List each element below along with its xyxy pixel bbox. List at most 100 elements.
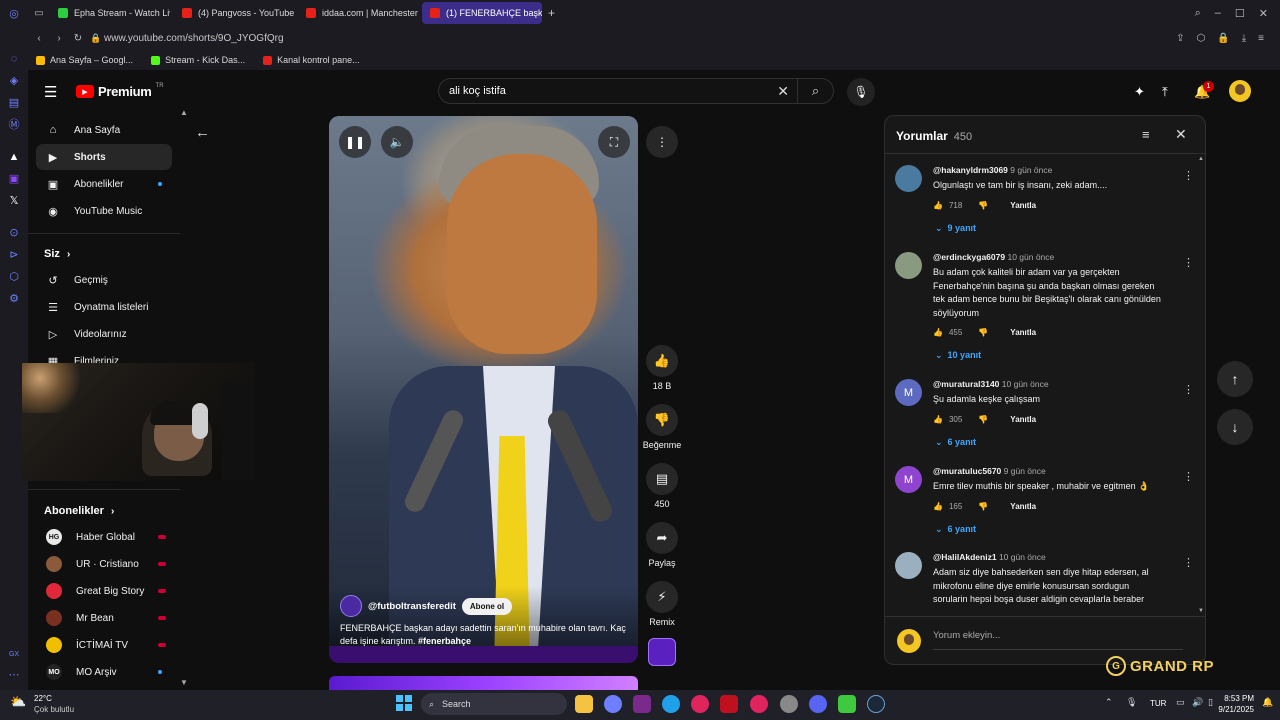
settings-icon[interactable]: ⚙ — [7, 292, 21, 306]
comment-author[interactable]: @muratural3140 — [933, 379, 999, 389]
mic-tray-icon[interactable]: 🎙 — [1126, 697, 1137, 708]
discord-icon[interactable] — [809, 695, 827, 713]
start-icon[interactable] — [396, 695, 412, 711]
next-short-preview[interactable] — [329, 676, 638, 690]
reload-icon[interactable]: ↻ — [68, 33, 88, 44]
network-icon[interactable]: ▭ — [1176, 697, 1185, 708]
comment-more-icon[interactable]: ⋮ — [1183, 470, 1194, 483]
dislike-comment-icon[interactable]: 👎 — [978, 328, 988, 337]
new-tab-button[interactable]: + — [548, 6, 555, 20]
caption-hashtag[interactable]: #fenerbahçe — [418, 636, 471, 646]
sidebar-item[interactable]: HG Haber Global — [36, 524, 172, 550]
reply-button[interactable]: Yanıtla — [1010, 415, 1036, 424]
browser-tab[interactable]: (4) Pangvoss - YouTube — [174, 2, 294, 24]
close-window-icon[interactable]: ✕ — [1259, 7, 1268, 20]
tab-overview-icon[interactable]: ▭ — [28, 8, 50, 19]
sidebar-item[interactable]: ☰ Oynatma listeleri — [36, 294, 172, 320]
like-comment-icon[interactable]: 👍 — [933, 201, 943, 210]
cube-icon[interactable]: ⬡ — [7, 270, 21, 284]
forward-icon[interactable]: › — [50, 33, 68, 44]
sidebar-item[interactable]: ▶ Shorts — [36, 144, 172, 170]
comment-author[interactable]: @HalilAkdeniz1 — [933, 552, 997, 562]
short-video-player[interactable] — [329, 116, 638, 663]
nvidia-icon[interactable] — [838, 695, 856, 713]
mute-button[interactable]: 🔈 — [381, 126, 413, 158]
search-icon[interactable]: ⌕ — [797, 78, 833, 104]
like-comment-icon[interactable]: 👍 — [933, 415, 943, 424]
notification-center-icon[interactable]: 🔔 — [1262, 697, 1273, 708]
chat-icon[interactable]: ▤ — [7, 96, 21, 110]
menu-icon[interactable]: ≡ — [1258, 33, 1264, 44]
sidebar-item[interactable]: MO MO Arşiv — [36, 659, 172, 685]
share-page-icon[interactable]: ⇪ — [1176, 33, 1184, 44]
back-icon[interactable]: ‹ — [28, 33, 50, 44]
steam-icon[interactable] — [867, 695, 885, 713]
pause-button[interactable]: ❚❚ — [339, 126, 371, 158]
clock-time[interactable]: 8:53 PM — [1218, 694, 1254, 703]
more-icon[interactable]: ⋯ — [7, 668, 21, 682]
browser-tab[interactable]: (1) FENERBAHÇE başk — [422, 2, 542, 24]
weather-desc[interactable]: Çok bulutlu — [34, 705, 74, 714]
comment-more-icon[interactable]: ⋮ — [1183, 556, 1194, 569]
like-button[interactable]: 👍 18 B — [645, 345, 679, 391]
edge-icon[interactable] — [662, 695, 680, 713]
media-player-icon[interactable] — [691, 695, 709, 713]
bookmark-item[interactable]: Kanal kontrol pane... — [263, 55, 360, 65]
share-button[interactable]: ➦ Paylaş — [645, 522, 679, 568]
sidebar-item[interactable]: Great Big Story — [36, 578, 172, 604]
next-short-button[interactable]: ↓ — [1217, 409, 1253, 445]
arc-icon[interactable]: ▲ — [7, 150, 21, 164]
play-circle-icon[interactable]: ⊳ — [7, 248, 21, 262]
sidebar-item[interactable]: ▣ Abonelikler — [36, 171, 172, 197]
extensions-icon[interactable]: ⬡ — [1197, 33, 1206, 44]
minimize-icon[interactable]: – — [1215, 7, 1221, 20]
clock-date[interactable]: 9/21/2025 — [1210, 705, 1254, 714]
comment-more-icon[interactable]: ⋮ — [1183, 256, 1194, 269]
url-text[interactable]: www.youtube.com/shorts/9O_JYOGfQrg — [104, 33, 284, 44]
previous-short-button[interactable]: ↑ — [1217, 361, 1253, 397]
create-icon[interactable]: ✦ — [1134, 84, 1145, 100]
like-comment-icon[interactable]: 👍 — [933, 502, 943, 511]
file-explorer-icon[interactable] — [575, 695, 593, 713]
replies-toggle[interactable]: ⌄ 6 yanıt — [935, 437, 976, 448]
dislike-comment-icon[interactable]: 👎 — [978, 415, 988, 424]
scroll-up-icon[interactable]: ▲ — [180, 108, 188, 117]
mail-icon[interactable]: Ⓜ — [7, 118, 21, 132]
dislike-button[interactable]: 👎 Beğenme — [640, 404, 684, 450]
language-indicator[interactable]: TUR — [1150, 699, 1166, 708]
settings-app-icon[interactable] — [780, 695, 798, 713]
gx-icon[interactable]: GX — [7, 648, 21, 662]
comment-more-icon[interactable]: ⋮ — [1183, 169, 1194, 182]
dislike-comment-icon[interactable]: 👎 — [978, 201, 988, 210]
commenter-avatar[interactable] — [895, 552, 922, 579]
taskbar-search[interactable]: ⌕ Search — [421, 693, 567, 715]
app-icon[interactable] — [720, 695, 738, 713]
search-tabs-icon[interactable]: ⌕ — [1195, 7, 1201, 20]
commenter-avatar[interactable]: M — [895, 379, 922, 406]
youtube-logo[interactable]: ▶ Premium TR — [76, 83, 164, 99]
volume-tray-icon[interactable]: 🔊 — [1192, 697, 1203, 708]
twitch-icon[interactable]: ▣ — [7, 172, 21, 186]
weather-icon[interactable]: ⛅ — [10, 694, 30, 710]
browser-logo-icon[interactable]: ◎ — [0, 7, 28, 20]
comments-scroll-up[interactable]: ▲ — [1198, 156, 1204, 162]
opera-icon[interactable] — [750, 695, 768, 713]
channel-avatar[interactable] — [340, 595, 362, 617]
fullscreen-button[interactable]: ⛶ — [598, 126, 630, 158]
voice-search-icon[interactable]: 🎙 — [847, 78, 875, 106]
x-icon[interactable]: 𝕏 — [7, 194, 21, 208]
replies-toggle[interactable]: ⌄ 9 yanıt — [935, 223, 976, 234]
add-comment-input[interactable]: Yorum ekleyin... — [933, 628, 1183, 650]
tray-expand-icon[interactable]: ⌃ — [1105, 697, 1113, 708]
sidebar-item[interactable]: Mr Bean — [36, 605, 172, 631]
dislike-comment-icon[interactable]: 👎 — [978, 502, 988, 511]
sidebar-item[interactable]: ▷ Videolarınız — [36, 321, 172, 347]
sidebar-item[interactable]: İCTİMAİ TV — [36, 632, 172, 658]
subscriptions-section-header[interactable]: Abonelikler › — [44, 505, 114, 517]
reply-button[interactable]: Yanıtla — [1010, 328, 1036, 337]
replies-toggle[interactable]: ⌄ 10 yanıt — [935, 350, 981, 361]
sidebar-item[interactable]: ⌂ Ana Sayfa — [36, 117, 172, 143]
channel-name[interactable]: @futboltransferedit — [368, 601, 456, 612]
clear-search-icon[interactable]: ✕ — [777, 83, 789, 100]
download-icon[interactable]: ⤓ — [1242, 33, 1246, 44]
